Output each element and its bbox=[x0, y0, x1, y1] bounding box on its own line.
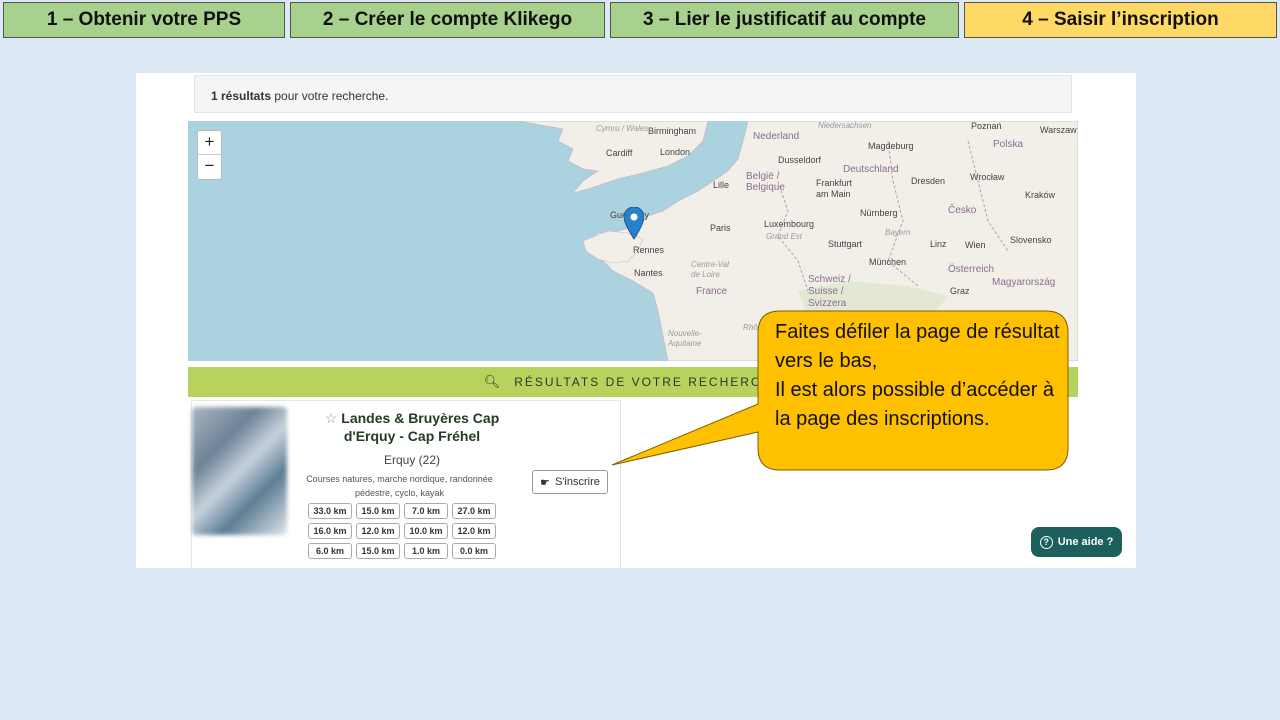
event-location: Erquy (22) bbox=[383, 453, 441, 467]
distance-list: 33.0 km 15.0 km 7.0 km 27.0 km 16.0 km 1… bbox=[302, 503, 502, 559]
map-label: Nürnberg bbox=[860, 208, 898, 218]
step-3: 3 – Lier le justificatif au compte bbox=[610, 2, 959, 38]
question-icon: ? bbox=[1039, 535, 1053, 549]
pointing-hand-icon: ☛ bbox=[540, 476, 550, 489]
map-label: Dusseldorf bbox=[778, 155, 822, 165]
distance-badge: 0.0 km bbox=[452, 543, 496, 559]
map-label: Cardiff bbox=[606, 148, 633, 158]
event-title-wrap: ☆ Landes & Bruyères Cap d'Erquy - Cap Fré… bbox=[317, 409, 507, 445]
map-label: Rennes bbox=[633, 245, 665, 255]
event-card[interactable]: ☆ Landes & Bruyères Cap d'Erquy - Cap Fré… bbox=[191, 400, 621, 568]
callout-line: Il est alors possible d’accéder à la pag… bbox=[775, 379, 1055, 430]
map-label: België / Belgique bbox=[746, 171, 785, 193]
map-label: Grand Est bbox=[766, 232, 803, 241]
callout-line: Faites défiler la page de résultat vers … bbox=[775, 321, 1060, 372]
map-label: Rhône bbox=[743, 323, 767, 332]
map-label: Poznań bbox=[971, 121, 1002, 131]
distance-badge: 7.0 km bbox=[404, 503, 448, 519]
map-label: Österreich bbox=[948, 264, 995, 275]
results-count-bar: 1 résultats pour votre recherche. bbox=[194, 75, 1072, 113]
signup-button[interactable]: ☛ S'inscrire bbox=[532, 470, 608, 494]
map-label: Lille bbox=[713, 180, 730, 190]
map-label: Niedersachsen bbox=[818, 121, 872, 130]
distance-badge: 16.0 km bbox=[308, 523, 352, 539]
map-label: Magdeburg bbox=[868, 141, 914, 151]
map-label: Nederland bbox=[753, 131, 800, 142]
search-icon: 🔍︎ bbox=[483, 374, 503, 389]
map-label: Stuttgart bbox=[828, 239, 863, 249]
map-label: Kraków bbox=[1025, 190, 1056, 200]
results-suffix: pour votre recherche. bbox=[271, 89, 389, 103]
step-1: 1 – Obtenir votre PPS bbox=[3, 2, 285, 38]
map-label: Graz bbox=[950, 286, 970, 296]
map-label: Wien bbox=[965, 240, 986, 250]
callout-text: Faites défiler la page de résultat vers … bbox=[775, 318, 1060, 434]
map-label: Slovensko bbox=[1010, 235, 1052, 245]
map-label: Nantes bbox=[634, 268, 663, 278]
help-label: Une aide ? bbox=[1057, 536, 1114, 548]
map-label: Frankfurt am Main bbox=[816, 178, 853, 199]
distance-badge: 12.0 km bbox=[356, 523, 400, 539]
map-zoom-control: + − bbox=[197, 130, 222, 180]
step-2: 2 – Créer le compte Klikego bbox=[290, 2, 605, 38]
map-label: Polska bbox=[993, 139, 1024, 150]
map-label: Wrocław bbox=[970, 172, 1005, 182]
event-types: Courses natures, marche nordique, randon… bbox=[306, 474, 493, 498]
help-button[interactable]: ? Une aide ? bbox=[1031, 527, 1122, 557]
zoom-in-button[interactable]: + bbox=[198, 131, 221, 155]
map-label: Paris bbox=[710, 223, 731, 233]
distance-badge: 12.0 km bbox=[452, 523, 496, 539]
map-label: Cymru / Wales bbox=[596, 124, 649, 133]
zoom-out-button[interactable]: − bbox=[198, 155, 221, 179]
distance-badge: 15.0 km bbox=[356, 503, 400, 519]
distance-badge: 15.0 km bbox=[356, 543, 400, 559]
favorite-star-icon[interactable]: ☆ bbox=[325, 410, 338, 426]
map-label: Schweiz / Suisse / Svizzera bbox=[808, 274, 851, 309]
map-label: München bbox=[869, 257, 907, 267]
signup-label: S'inscrire bbox=[554, 476, 600, 488]
results-header-label: RÉSULTATS DE VOTRE RECHERCHE bbox=[514, 375, 783, 389]
map-label: Centre-Val de Loire bbox=[691, 260, 729, 279]
distance-badge: 6.0 km bbox=[308, 543, 352, 559]
event-title[interactable]: Landes & Bruyères Cap d'Erquy - Cap Fréh… bbox=[341, 410, 499, 444]
map-label: Linz bbox=[930, 239, 947, 249]
event-thumbnail[interactable] bbox=[192, 407, 287, 535]
distance-badge: 33.0 km bbox=[308, 503, 352, 519]
map-label: France bbox=[696, 286, 728, 297]
step-4: 4 – Saisir l’inscription bbox=[964, 2, 1277, 38]
map-label: Bayern bbox=[885, 228, 911, 237]
map-marker-icon[interactable] bbox=[624, 207, 644, 241]
map-label: Luxembourg bbox=[764, 219, 815, 229]
map-label: Deutschland bbox=[843, 164, 899, 175]
map-label: Warszaw bbox=[1040, 125, 1077, 135]
map-label: Magyarország bbox=[992, 277, 1056, 288]
distance-badge: 1.0 km bbox=[404, 543, 448, 559]
results-count: 1 résultats bbox=[211, 89, 272, 103]
map-label: Dresden bbox=[911, 176, 946, 186]
map-label: Nouvelle-Aquitaine bbox=[668, 329, 702, 348]
distance-badge: 27.0 km bbox=[452, 503, 496, 519]
map-label: Birmingham bbox=[648, 126, 697, 136]
map-label: London bbox=[660, 147, 691, 157]
distance-badge: 10.0 km bbox=[404, 523, 448, 539]
map-label: Česko bbox=[948, 205, 977, 216]
